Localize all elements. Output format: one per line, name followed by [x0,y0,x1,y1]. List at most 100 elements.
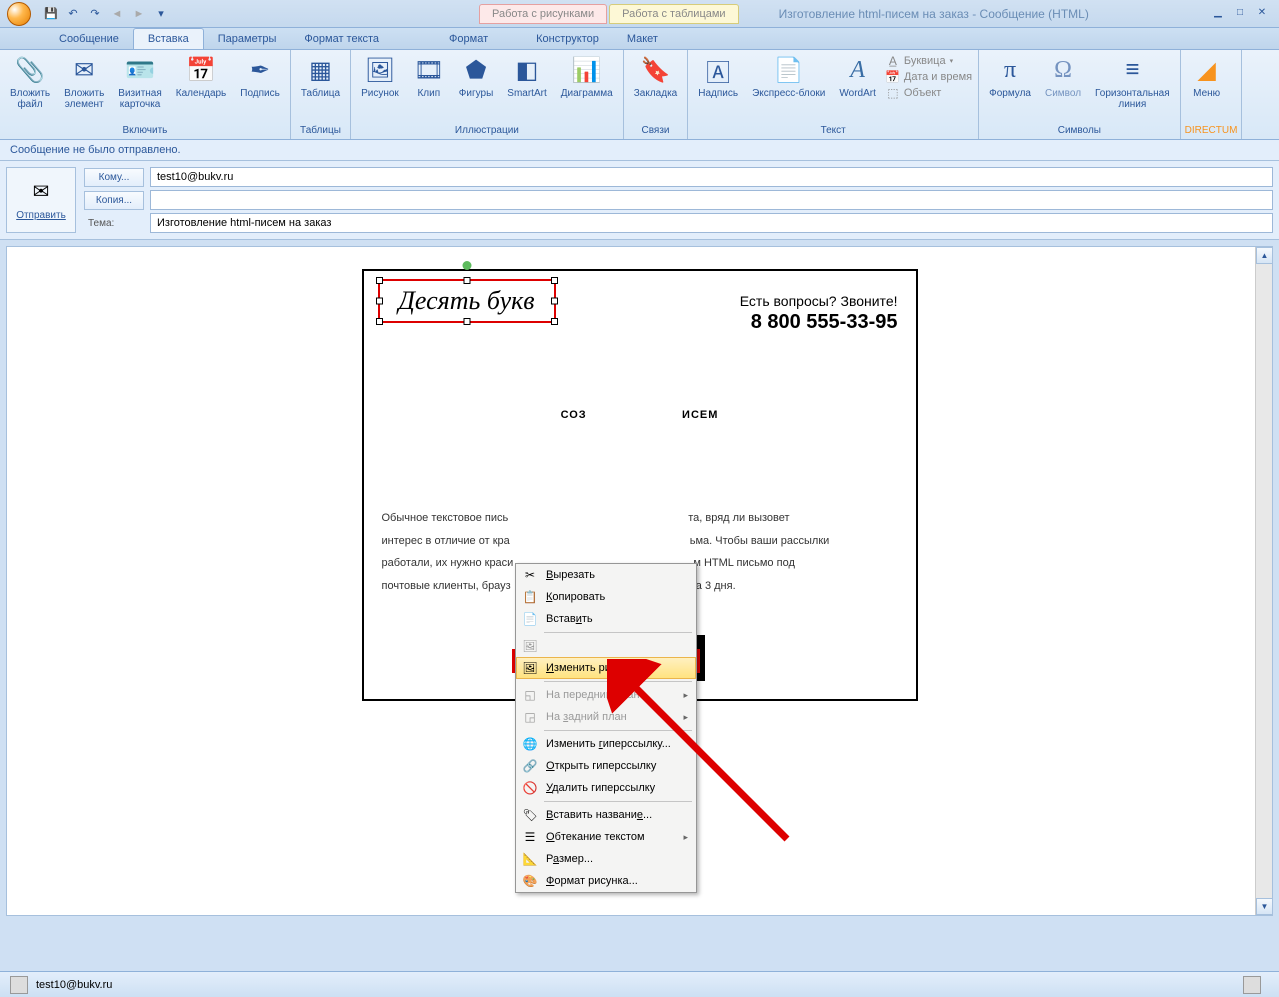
to-button[interactable]: Кому... [84,168,144,187]
office-button[interactable] [0,0,38,28]
wordart-icon: A [842,54,874,86]
textbox-button[interactable]: 🄰Надпись [692,52,744,101]
cm-send-back: ◲На задний план▸ [516,706,696,728]
attach-file-button[interactable]: 📎Вложить файл [4,52,56,112]
tab-insert[interactable]: Вставка [133,28,204,49]
cm-cut[interactable]: ✂Вырезать [516,564,696,586]
cm-text-wrap[interactable]: ☰Обтекание текстом▸ [516,826,696,848]
tab-format[interactable]: Формат [435,29,502,49]
cm-change-hyperlink[interactable]: 🌐Изменить гиперссылку... [516,733,696,755]
attach-item-button[interactable]: ✉Вложить элемент [58,52,110,112]
minimize-button[interactable]: ▁ [1209,7,1227,21]
pi-icon: π [994,54,1026,86]
title-bar: 💾 ↶ ↷ ◄ ► ▾ Работа с рисунками Работа с … [0,0,1279,28]
dropcap-button[interactable]: A̲Буквица ▾ [886,54,972,68]
table-button[interactable]: ▦Таблица [295,52,346,101]
quickparts-button[interactable]: 📄Экспресс-блоки [746,52,831,101]
vertical-scrollbar[interactable]: ▲ ▼ [1255,247,1272,915]
prev-icon[interactable]: ◄ [109,6,125,22]
sel-handle-bc[interactable] [463,318,470,325]
sel-handle-tr[interactable] [551,277,558,284]
wordart-button[interactable]: AWordArt [833,52,882,101]
tab-options[interactable]: Параметры [204,29,291,49]
envelope-icon: ✉ [68,54,100,86]
tab-layout[interactable]: Макет [613,29,672,49]
pen-icon: ✒ [244,54,276,86]
subject-field[interactable] [150,213,1273,233]
rotation-handle[interactable] [462,261,471,270]
format-icon: 🎨 [520,873,540,889]
globe-icon: 🌐 [520,736,540,752]
object-button[interactable]: ⬚Объект [886,86,972,100]
close-button[interactable]: ✕ [1253,7,1271,21]
chart-button[interactable]: 📊Диаграмма [555,52,619,101]
message-body[interactable]: Десять букв Есть вопросы? Звоните! 8 800… [6,246,1273,916]
symbol-button[interactable]: ΩСимвол [1039,52,1087,101]
subject-label: Тема: [84,218,144,229]
tab-format-text[interactable]: Формат текста [290,29,393,49]
cm-change-picture[interactable]: 🖼Изменить рисунок... [516,657,696,679]
business-card-button[interactable]: 🪪Визитная карточка [112,52,168,112]
cm-remove-hyperlink[interactable]: 🚫Удалить гиперссылку [516,777,696,799]
to-field[interactable] [150,167,1273,187]
sel-handle-tl[interactable] [376,277,383,284]
sel-handle-br[interactable] [551,318,558,325]
datetime-icon: 📅 [886,70,900,84]
scroll-down-button[interactable]: ▼ [1256,898,1273,915]
user-avatar-icon[interactable] [10,976,28,994]
tab-constructor[interactable]: Конструктор [522,29,613,49]
maximize-button[interactable]: □ [1231,7,1249,21]
office-orb-icon [7,2,31,26]
context-menu: ✂Вырезать 📋Копировать 📄Вставить 🖼Изменит… [515,563,697,893]
hline-button[interactable]: ≡Горизонтальная линия [1089,52,1176,112]
shapes-button[interactable]: ⬟Фигуры [453,52,499,101]
next-icon[interactable]: ► [131,6,147,22]
formula-button[interactable]: πФормула [983,52,1037,101]
smartart-button[interactable]: ◧SmartArt [501,52,552,101]
context-tab-pictures[interactable]: Работа с рисунками [479,4,607,24]
directum-menu-button[interactable]: ◢Меню [1185,52,1229,101]
cc-field[interactable] [150,190,1273,210]
scroll-up-button[interactable]: ▲ [1256,247,1273,264]
chart-icon: 📊 [571,54,603,86]
ribbon: 📎Вложить файл ✉Вложить элемент 🪪Визитная… [0,50,1279,140]
cm-size[interactable]: 📐Размер... [516,848,696,870]
sel-handle-mr[interactable] [551,298,558,305]
directum-icon: ◢ [1191,54,1223,86]
omega-icon: Ω [1047,54,1079,86]
cm-open-hyperlink[interactable]: 🔗Открыть гиперссылку [516,755,696,777]
send-button[interactable]: ✉ Отправить [6,167,76,233]
presence-icon[interactable] [1243,976,1261,994]
sel-handle-tc[interactable] [463,277,470,284]
calendar-icon: 📅 [185,54,217,86]
logo-selected[interactable]: Десять букв [378,279,556,323]
cm-format-picture[interactable]: 🎨Формат рисунка... [516,870,696,892]
not-sent-message: Сообщение не было отправлено. [0,140,1279,161]
cm-insert-caption[interactable]: 🏷Вставить название... [516,804,696,826]
scissors-icon: ✂ [520,567,540,583]
picture-button[interactable]: 🖼Рисунок [355,52,405,101]
group-symbols: πФормула ΩСимвол ≡Горизонтальная линия С… [979,50,1181,139]
cm-paste[interactable]: 📄Вставить [516,608,696,630]
cc-button[interactable]: Копия... [84,191,144,210]
sel-handle-ml[interactable] [376,298,383,305]
qat-dropdown-icon[interactable]: ▾ [153,6,169,22]
tab-message[interactable]: Сообщение [45,29,133,49]
context-tab-tables[interactable]: Работа с таблицами [609,4,738,24]
dropcap-icon: A̲ [886,54,900,68]
ribbon-tabs: Сообщение Вставка Параметры Формат текст… [0,28,1279,50]
sel-handle-bl[interactable] [376,318,383,325]
compose-header: ✉ Отправить Кому... Копия... Тема: [0,161,1279,240]
clip-button[interactable]: 🎞Клип [407,52,451,101]
change-picture-icon: 🖼 [520,660,540,676]
status-bar: test10@bukv.ru [0,971,1279,997]
save-icon[interactable]: 💾 [43,6,59,22]
calendar-button[interactable]: 📅Календарь [170,52,232,101]
datetime-button[interactable]: 📅Дата и время [886,70,972,84]
undo-icon[interactable]: ↶ [65,6,81,22]
back-icon: ◲ [520,709,540,725]
redo-icon[interactable]: ↷ [87,6,103,22]
bookmark-button[interactable]: 🔖Закладка [628,52,683,101]
signature-button[interactable]: ✒Подпись [234,52,286,101]
cm-copy[interactable]: 📋Копировать [516,586,696,608]
